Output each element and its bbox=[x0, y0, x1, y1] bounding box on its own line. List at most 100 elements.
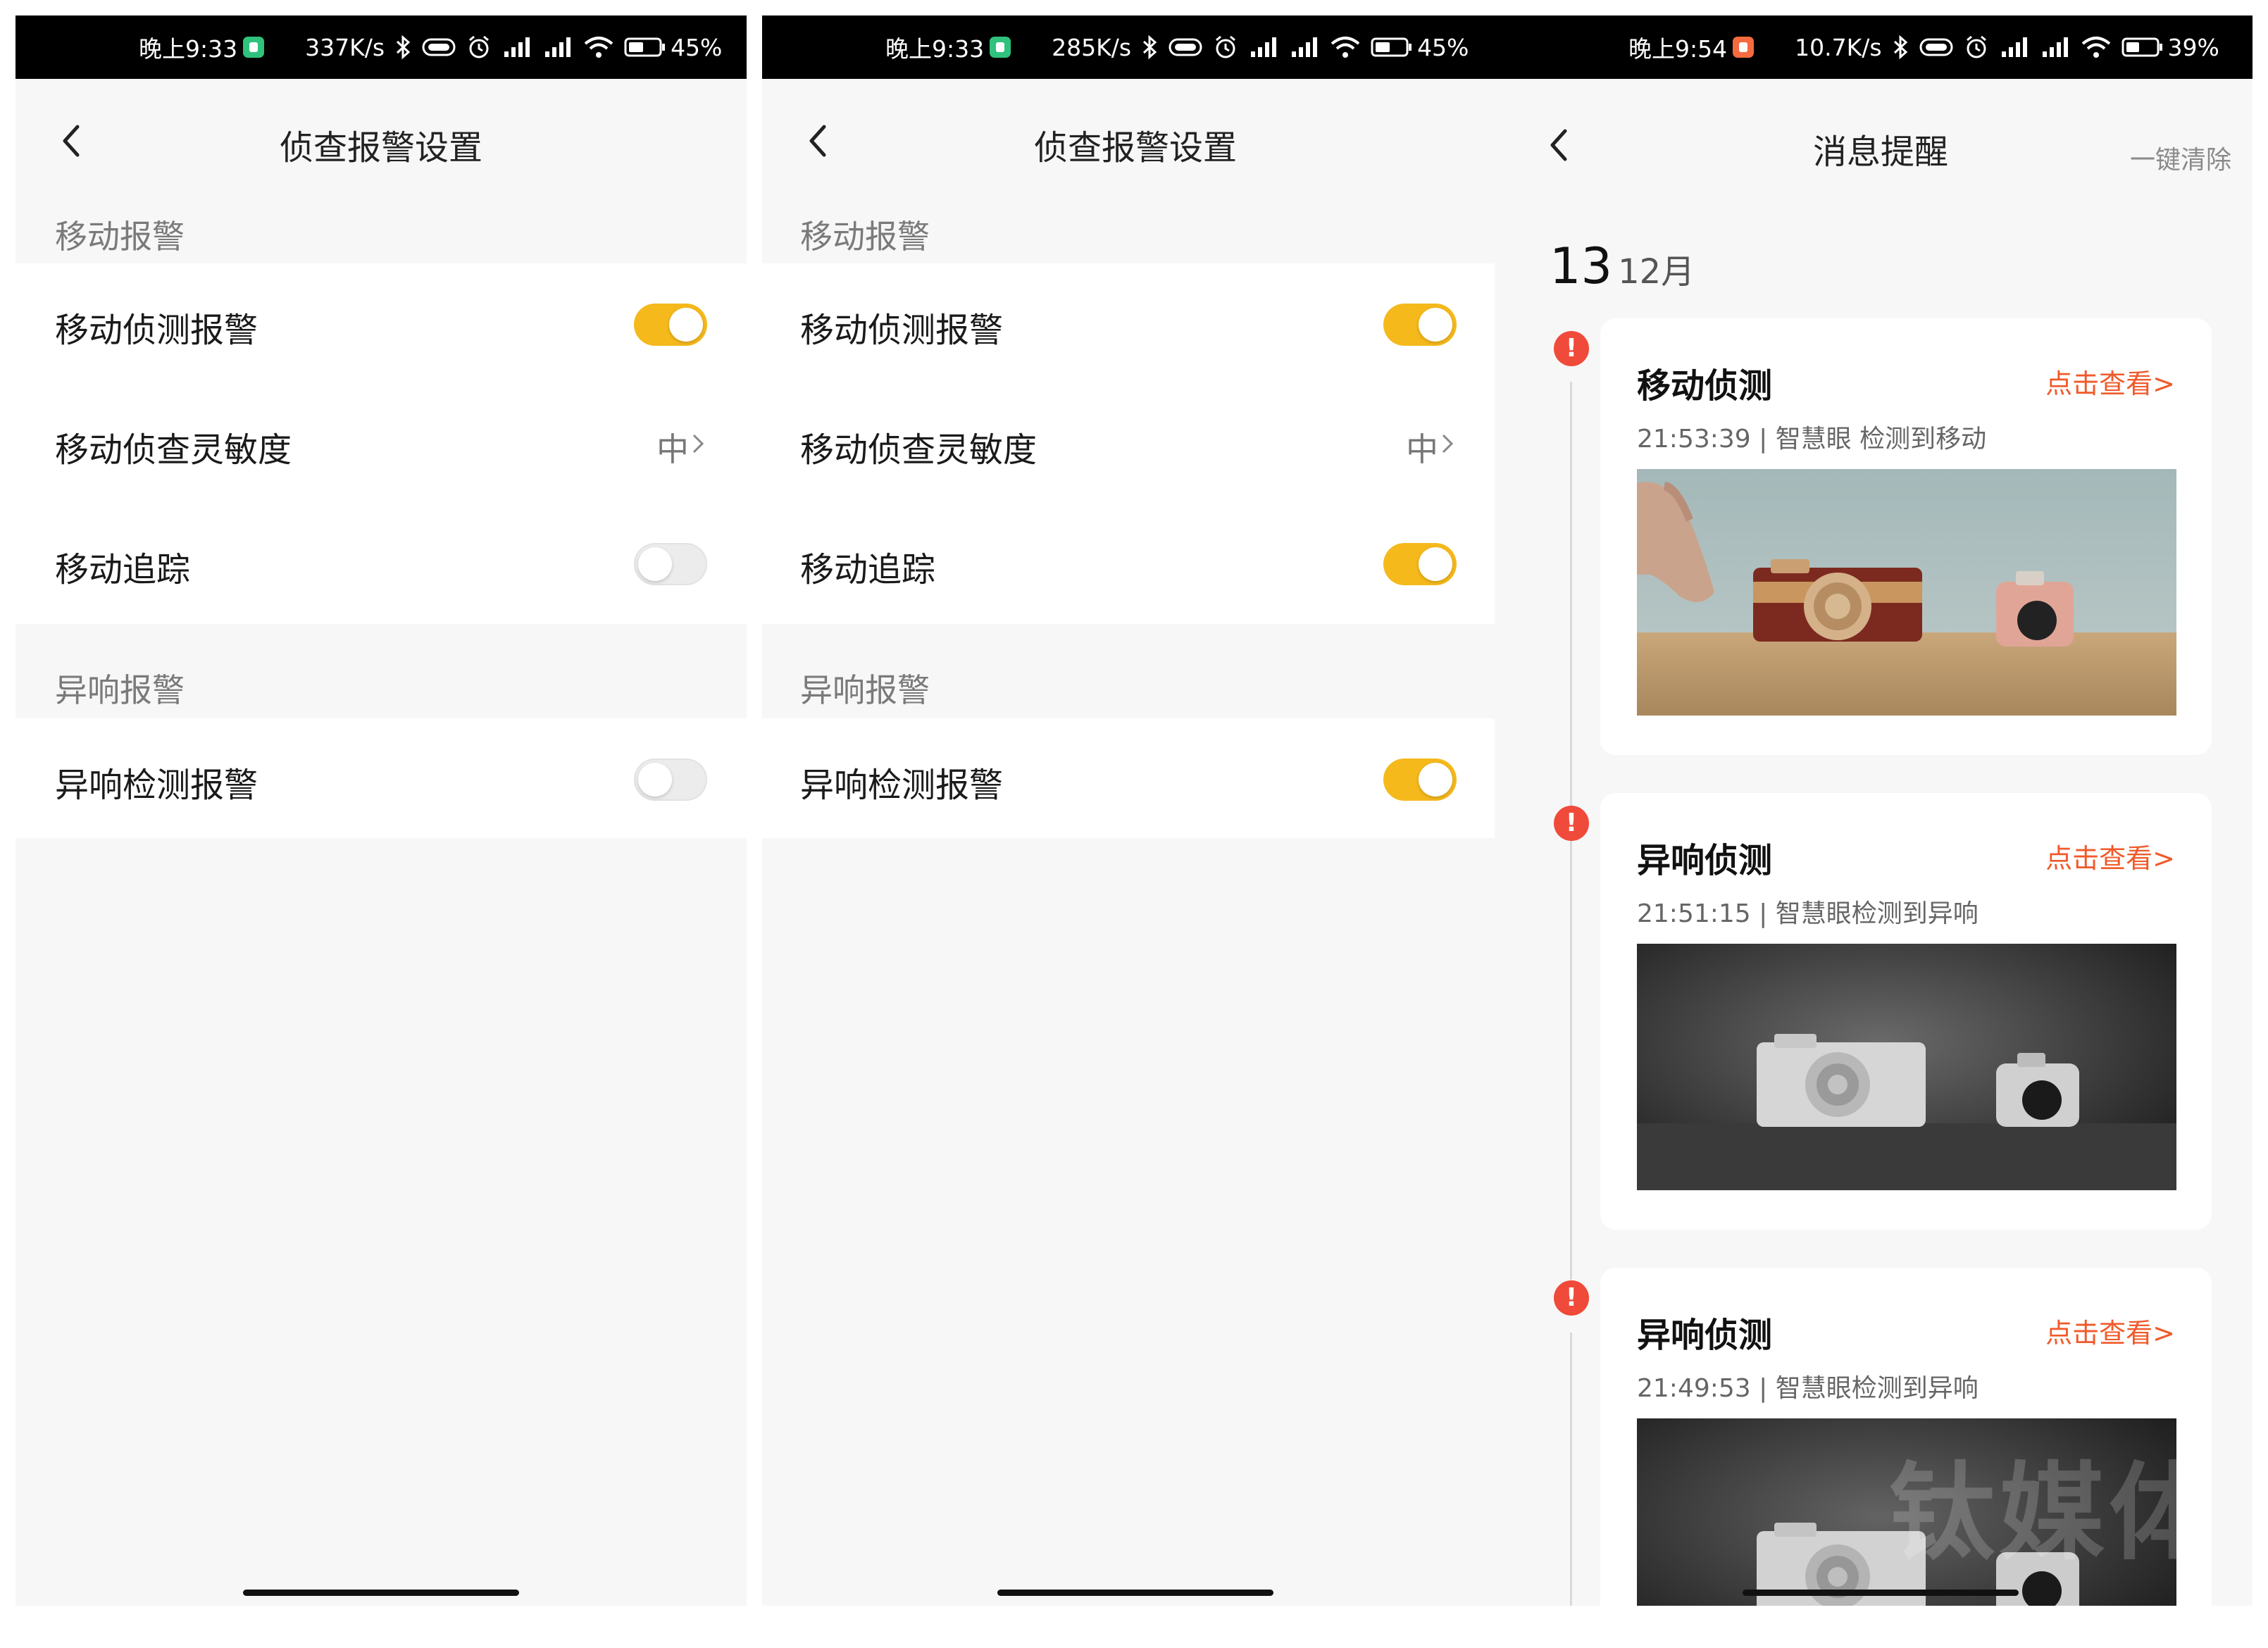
sensitivity-value: 中 bbox=[656, 430, 689, 468]
section-label-motion: 移动报警 bbox=[55, 218, 185, 256]
snapshot-thumbnail[interactable] bbox=[1637, 944, 2176, 1190]
toggle-knob bbox=[1419, 763, 1452, 797]
motion-tracking-toggle[interactable] bbox=[634, 543, 707, 585]
settings-group-sound: 异响检测报警 bbox=[762, 718, 1495, 838]
bluetooth-icon bbox=[1143, 35, 1157, 59]
chevron-right-icon bbox=[692, 434, 704, 454]
settings-group-motion: 移动侦测报警 移动侦查灵敏度 中 移动追踪 bbox=[762, 263, 1495, 624]
network-speed: 10.7K/s bbox=[1795, 33, 1882, 61]
watermark: 钛媒体 bbox=[1888, 1452, 2219, 1575]
signal-icon bbox=[1292, 37, 1318, 57]
chevron-right-icon bbox=[1442, 434, 1454, 454]
message-meta: 21:49:53 | 智慧眼检测到异响 bbox=[1637, 1374, 1979, 1403]
message-meta: 21:53:39 | 智慧眼 检测到移动 bbox=[1637, 425, 1987, 454]
view-details-link[interactable]: 点击查看> bbox=[2045, 362, 2175, 401]
battery-icon bbox=[624, 37, 666, 57]
alert-icon: ! bbox=[1554, 331, 1589, 366]
row-label: 移动侦测报警 bbox=[800, 311, 1004, 350]
row-label: 移动追踪 bbox=[800, 550, 936, 589]
status-bar: 晚上9:33 337K/s 45% bbox=[15, 15, 747, 79]
message-card[interactable]: 移动侦测 点击查看> 21:53:39 | 智慧眼 检测到移动 bbox=[1600, 318, 2212, 755]
status-bar: 晚上9:33 285K/s 45% bbox=[762, 15, 1509, 79]
nav-bar: 消息提醒 一键清除 bbox=[1509, 111, 2253, 182]
status-time: 晚上9:54 bbox=[1628, 35, 1728, 63]
row-label: 移动侦查灵敏度 bbox=[55, 430, 292, 470]
message-title: 移动侦测 bbox=[1637, 366, 1773, 406]
wifi-icon bbox=[2081, 37, 2110, 58]
section-label-motion: 移动报警 bbox=[800, 218, 930, 256]
row-motion-tracking[interactable]: 移动追踪 bbox=[762, 503, 1495, 623]
row-motion-alarm[interactable]: 移动侦测报警 bbox=[15, 263, 747, 383]
night-snapshot-image bbox=[1637, 944, 2176, 1190]
row-motion-tracking[interactable]: 移动追踪 bbox=[15, 503, 747, 623]
toggle-knob bbox=[1419, 308, 1452, 342]
battery-icon bbox=[1371, 37, 1412, 57]
sensitivity-value: 中 bbox=[1406, 430, 1438, 468]
bluetooth-icon bbox=[1893, 35, 1907, 59]
signal-icon bbox=[504, 37, 530, 57]
clear-all-button[interactable]: 一键清除 bbox=[2130, 139, 2231, 176]
wifi-icon bbox=[584, 37, 613, 58]
wifi-icon bbox=[1331, 37, 1360, 58]
network-speed: 285K/s bbox=[1052, 33, 1132, 61]
sound-alarm-toggle[interactable] bbox=[634, 759, 707, 801]
status-time: 晚上9:33 bbox=[139, 35, 238, 63]
row-motion-sensitivity[interactable]: 移动侦查灵敏度 中 bbox=[15, 383, 747, 503]
toggle-knob bbox=[638, 763, 672, 797]
row-label: 移动侦查灵敏度 bbox=[800, 430, 1038, 470]
toggle-knob bbox=[638, 547, 672, 581]
sound-alarm-toggle[interactable] bbox=[1383, 759, 1457, 801]
app-badge-icon bbox=[990, 37, 1011, 58]
nav-bar: 侦查报警设置 bbox=[15, 107, 747, 177]
page-title: 侦查报警设置 bbox=[1033, 128, 1237, 168]
signal-icon bbox=[2001, 37, 2027, 57]
row-label: 异响检测报警 bbox=[800, 766, 1004, 805]
alert-icon: ! bbox=[1554, 806, 1589, 841]
alert-icon: ! bbox=[1554, 1280, 1589, 1316]
row-motion-sensitivity[interactable]: 移动侦查灵敏度 中 bbox=[762, 383, 1495, 503]
phone-screen-1: 晚上9:33 337K/s 45% 侦查报警设置 移动报警 移动侦测报警 移动侦… bbox=[15, 15, 747, 1606]
alarm-icon bbox=[1966, 35, 1986, 58]
view-details-link[interactable]: 点击查看> bbox=[2045, 1311, 2175, 1350]
battery-percent: 45% bbox=[671, 33, 723, 61]
date-header: 13 12月 bbox=[1550, 237, 1695, 295]
color-snapshot-image bbox=[1637, 469, 2176, 716]
date-day: 13 bbox=[1550, 237, 1613, 295]
vibrate-icon bbox=[1919, 38, 1953, 56]
status-time: 晚上9:33 bbox=[885, 35, 985, 63]
battery-percent: 45% bbox=[1417, 33, 1469, 61]
row-sound-alarm[interactable]: 异响检测报警 bbox=[762, 718, 1495, 838]
motion-alarm-toggle[interactable] bbox=[1383, 304, 1457, 346]
message-card[interactable]: 异响侦测 点击查看> 21:51:15 | 智慧眼检测到异响 bbox=[1600, 793, 2212, 1230]
app-badge-icon bbox=[1733, 37, 1755, 58]
alarm-icon bbox=[469, 35, 490, 58]
message-meta: 21:51:15 | 智慧眼检测到异响 bbox=[1637, 899, 1979, 928]
motion-alarm-toggle[interactable] bbox=[634, 304, 707, 346]
vibrate-icon bbox=[1169, 38, 1202, 56]
section-label-sound: 异响报警 bbox=[800, 671, 930, 709]
phone-screen-2: 晚上9:33 285K/s 45% 侦查报警设置 移动报警 移动侦测报警 移动侦… bbox=[762, 15, 1509, 1606]
timeline-line bbox=[1570, 382, 1572, 875]
timeline-line bbox=[1570, 857, 1572, 1280]
network-speed: 337K/s bbox=[305, 33, 385, 61]
message-title: 异响侦测 bbox=[1637, 841, 1773, 880]
home-indicator[interactable] bbox=[243, 1590, 519, 1596]
home-indicator[interactable] bbox=[997, 1590, 1273, 1596]
signal-icon bbox=[545, 37, 571, 57]
nav-bar: 侦查报警设置 bbox=[762, 107, 1509, 177]
row-label: 异响检测报警 bbox=[55, 766, 258, 805]
battery-percent: 39% bbox=[2167, 33, 2219, 61]
row-label: 移动追踪 bbox=[55, 550, 191, 589]
signal-icon bbox=[2042, 37, 2068, 57]
home-indicator[interactable] bbox=[1743, 1590, 2019, 1596]
row-sound-alarm[interactable]: 异响检测报警 bbox=[15, 718, 747, 838]
section-label-sound: 异响报警 bbox=[55, 671, 185, 709]
vibrate-icon bbox=[422, 38, 456, 56]
timeline-line bbox=[1570, 1332, 1572, 1606]
row-motion-alarm[interactable]: 移动侦测报警 bbox=[762, 263, 1495, 383]
snapshot-thumbnail[interactable] bbox=[1637, 469, 2176, 716]
app-badge-icon bbox=[243, 37, 265, 58]
motion-tracking-toggle[interactable] bbox=[1383, 543, 1457, 585]
phone-screen-3: 晚上9:54 10.7K/s 39% 消息提醒 一键清除 13 12月 ! ! !… bbox=[1509, 15, 2253, 1606]
view-details-link[interactable]: 点击查看> bbox=[2045, 837, 2175, 875]
